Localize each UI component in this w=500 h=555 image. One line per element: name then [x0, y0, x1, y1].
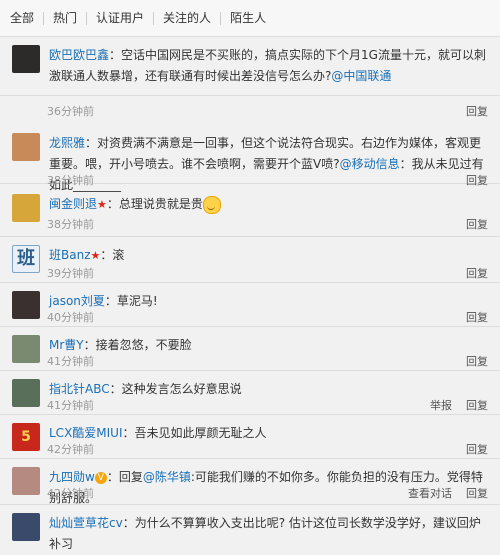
comment-item: 闽金则退★：总理说贵就是贵 38分钟前 回复: [0, 186, 500, 237]
star-badge-icon: ★: [97, 198, 107, 211]
reply-button[interactable]: 回复: [466, 105, 488, 118]
comment-text: LCX酷爱MIUI：吾未见如此厚颜无耻之人: [49, 423, 488, 444]
avatar[interactable]: [12, 467, 40, 495]
mention-link[interactable]: @中国联通: [331, 69, 391, 83]
commenter-name[interactable]: LCX酷爱MIUI: [49, 426, 123, 440]
avatar[interactable]: [12, 335, 40, 363]
comment-item: 龙熙雅：对资费满不满意是一回事，但这个说法符合现实。右边作为媒体，客观更重要。喂…: [0, 125, 500, 192]
reply-button[interactable]: 回复: [466, 399, 488, 412]
reply-button[interactable]: 回复: [466, 311, 488, 324]
comment-actions: 回复: [452, 265, 488, 281]
comment-body: ：这种发言怎么好意思说: [109, 382, 242, 396]
comment-time: 40分钟前: [47, 311, 94, 324]
reply-button[interactable]: 回复: [466, 218, 488, 231]
avatar[interactable]: [12, 513, 40, 541]
avatar[interactable]: 5: [12, 423, 40, 451]
comment-actions: 举报 回复: [416, 397, 488, 413]
comment-body: ：滚: [100, 248, 125, 262]
comment-text: 闽金则退★：总理说贵就是贵: [49, 194, 488, 215]
tab-following[interactable]: 关注的人: [153, 11, 220, 25]
reply-button[interactable]: 回复: [466, 355, 488, 368]
tab-hot[interactable]: 热门: [43, 11, 86, 25]
comment-item: 5 LCX酷爱MIUI：吾未见如此厚颜无耻之人 42分钟前 回复: [0, 415, 500, 459]
comment-body: ：空话中国网民是不买账的，搞点实际的下个月1G流量十元，就可以刺激联通人数暴增，…: [49, 48, 486, 83]
view-conversation-button[interactable]: 查看对话: [408, 487, 452, 500]
commenter-name[interactable]: 九四勋w: [49, 470, 95, 484]
comment-item: 九四勋w V ：回复@陈华镇:可能我们赚的不如你多。你能负担的没有压力。党得特别舒服…: [0, 459, 500, 505]
comment-time: 42分钟前: [47, 487, 94, 500]
comment-body: ：接着忽悠，不要脸: [83, 338, 192, 352]
avatar[interactable]: 班: [12, 245, 40, 273]
comment-actions: 查看对话 回复: [394, 485, 488, 501]
comment-text: Mr曹Y：接着忽悠，不要脸: [49, 335, 488, 356]
comment-actions: 回复: [452, 216, 488, 232]
comment-time: 41分钟前: [47, 355, 94, 368]
comment-time: 41分钟前: [47, 399, 94, 412]
verified-v-icon: V: [94, 471, 107, 484]
tab-all[interactable]: 全部: [6, 11, 43, 25]
avatar[interactable]: [12, 133, 40, 161]
avatar[interactable]: [12, 45, 40, 73]
smile-emoji-icon: [202, 195, 221, 214]
avatar[interactable]: [12, 379, 40, 407]
comment-item: Mr曹Y：接着忽悠，不要脸 41分钟前 回复: [0, 327, 500, 371]
comment-time: 42分钟前: [47, 443, 94, 456]
comment-text: 灿灿萱草花cv：为什么不算算收入支出比呢? 估计这位司长数学没学好，建议回炉补习: [49, 513, 488, 555]
comment-body: ：吾未见如此厚颜无耻之人: [122, 426, 267, 440]
reply-button[interactable]: 回复: [466, 443, 488, 456]
commenter-name[interactable]: 指北针ABC: [49, 382, 110, 396]
reply-button[interactable]: 回复: [466, 267, 488, 280]
mention-link[interactable]: @陈华镇: [143, 470, 191, 484]
commenter-name[interactable]: 班Banz: [49, 248, 91, 262]
comment-time: 36分钟前: [47, 105, 94, 118]
comment-actions: 回复: [452, 103, 488, 119]
comment-body: ：总理说贵就是贵: [106, 197, 203, 211]
comment-text: 欧巴欧巴鑫：空话中国网民是不买账的，搞点实际的下个月1G流量十元，就可以刺激联通…: [49, 45, 488, 87]
report-button[interactable]: 举报: [430, 399, 452, 412]
commenter-name[interactable]: jason刘夏: [49, 294, 105, 308]
comment-item: jason刘夏：草泥马! 40分钟前 回复: [0, 283, 500, 327]
tab-strangers[interactable]: 陌生人: [220, 11, 275, 25]
comment-actions: 回复: [452, 441, 488, 457]
comment-body: ：回复: [106, 470, 143, 484]
comment-time: 38分钟前: [47, 218, 94, 231]
tab-verified[interactable]: 认证用户: [86, 11, 153, 25]
comment-item: 指北针ABC：这种发言怎么好意思说 41分钟前 举报 回复: [0, 371, 500, 415]
comment-body: ：草泥马!: [104, 294, 158, 308]
reply-button[interactable]: 回复: [466, 487, 488, 500]
comment-actions: 回复: [452, 353, 488, 369]
comment-time: 39分钟前: [47, 267, 94, 280]
mention-link[interactable]: @移动信息: [340, 157, 400, 171]
comment-item: 欧巴欧巴鑫：空话中国网民是不买账的，搞点实际的下个月1G流量十元，就可以刺激联通…: [0, 37, 500, 118]
commenter-name[interactable]: Mr曹Y: [49, 338, 84, 352]
commenter-name[interactable]: 龙熙雅: [49, 136, 85, 150]
comment-item: 灿灿萱草花cv：为什么不算算收入支出比呢? 估计这位司长数学没学好，建议回炉补习: [0, 505, 500, 551]
avatar[interactable]: [12, 291, 40, 319]
comment-item: 班 班Banz★：滚 39分钟前 回复: [0, 237, 500, 283]
star-badge-icon: ★: [90, 249, 101, 262]
commenter-name[interactable]: 灿灿萱草花cv: [49, 516, 123, 530]
commenter-name[interactable]: 欧巴欧巴鑫: [49, 48, 109, 62]
avatar[interactable]: [12, 194, 40, 222]
comment-text: 班Banz★：滚: [49, 245, 488, 266]
filter-tabs: 全部 热门 认证用户 关注的人 陌生人: [0, 0, 500, 37]
comment-actions: 回复: [452, 309, 488, 325]
commenter-name[interactable]: 闽金则退: [49, 197, 97, 211]
comment-text: jason刘夏：草泥马!: [49, 291, 488, 312]
